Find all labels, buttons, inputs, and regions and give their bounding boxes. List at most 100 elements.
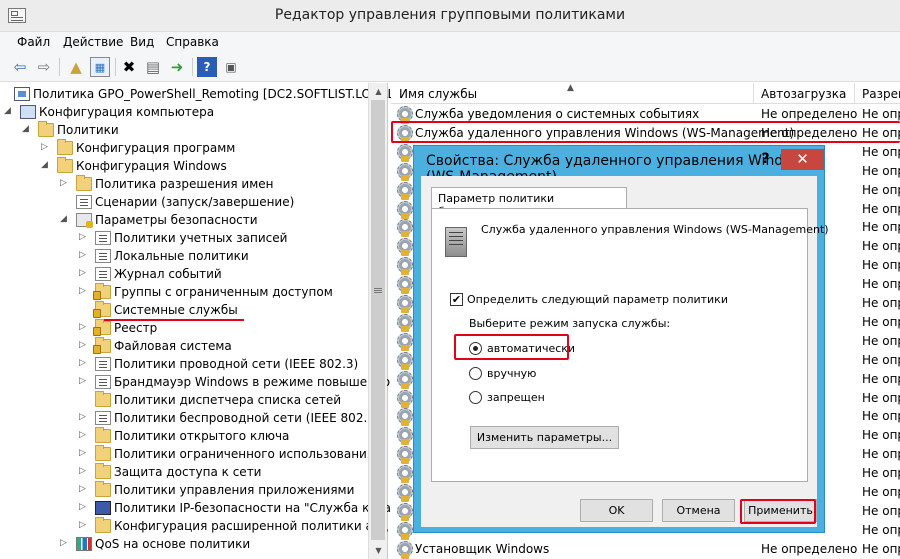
tree-node[interactable]: ▷ Конфигурация программ bbox=[0, 139, 368, 158]
expand-arrow-icon[interactable]: ▷ bbox=[79, 430, 89, 440]
dialog-close-button[interactable]: ✕ bbox=[781, 149, 824, 170]
service-permission: Не опр bbox=[862, 163, 900, 178]
menu-file[interactable]: Файл bbox=[17, 35, 50, 49]
expand-arrow-icon[interactable]: ▷ bbox=[79, 484, 89, 494]
export-icon[interactable]: ➜ bbox=[167, 57, 187, 77]
service-name-label: Служба удаленного управления Windows (WS… bbox=[481, 223, 829, 236]
collapse-arrow-icon[interactable]: ◢ bbox=[60, 214, 70, 224]
dialog-help-button[interactable]: ? bbox=[752, 149, 779, 170]
service-gear-icon bbox=[397, 143, 413, 162]
expand-arrow-icon[interactable]: ▷ bbox=[79, 250, 89, 260]
collapse-arrow-icon[interactable]: ◢ bbox=[41, 160, 51, 170]
tree-node[interactable]: ▷ Журнал событий bbox=[0, 266, 368, 284]
radio-disabled[interactable] bbox=[469, 391, 482, 404]
define-policy-label[interactable]: Определить следующий параметр политики bbox=[467, 293, 728, 306]
tree-node[interactable]: ▷ Политики ограниченного использования п bbox=[0, 445, 386, 464]
expand-arrow-icon[interactable]: ▷ bbox=[79, 520, 89, 530]
scroll-up-arrow[interactable]: ▲ bbox=[369, 83, 388, 100]
tree-node[interactable]: ▷ Политики проводной сети (IEEE 802.3) bbox=[0, 356, 368, 374]
column-startup[interactable]: Автозагрузка bbox=[761, 87, 846, 101]
properties-icon[interactable]: ▤ bbox=[143, 57, 163, 77]
radio-disabled-label[interactable]: запрещен bbox=[487, 391, 545, 404]
delete-icon[interactable]: ✖ bbox=[119, 57, 139, 77]
tree-node[interactable]: Сценарии (запуск/завершение) bbox=[0, 194, 368, 212]
computer-icon bbox=[20, 105, 36, 119]
edit-settings-button[interactable]: Изменить параметры... bbox=[470, 426, 619, 449]
tree-node[interactable]: ▷ Защита доступа к сети bbox=[0, 463, 368, 482]
tree-node[interactable]: ▷ Локальные политики bbox=[0, 248, 368, 266]
tree-node[interactable]: Политики диспетчера списка сетей bbox=[0, 391, 368, 410]
expand-arrow-icon[interactable]: ▷ bbox=[79, 502, 89, 512]
expand-arrow-icon[interactable]: ▷ bbox=[79, 466, 89, 476]
service-gear-icon bbox=[397, 484, 413, 502]
menu-view[interactable]: Вид bbox=[130, 35, 154, 49]
tree-scrollbar[interactable]: ▲ ▼ bbox=[368, 83, 387, 559]
document-icon bbox=[95, 411, 111, 425]
service-permission: Не опр bbox=[862, 466, 900, 481]
tree-node[interactable]: ▷ Брандмауэр Windows в режиме повышенно bbox=[0, 374, 390, 392]
radio-manual[interactable] bbox=[469, 367, 482, 380]
tree-node[interactable]: ▷ Реестр bbox=[0, 319, 368, 338]
tree-node-label: Реестр bbox=[114, 321, 158, 335]
apply-highlight bbox=[740, 499, 816, 524]
expand-arrow-icon[interactable]: ▷ bbox=[79, 286, 89, 296]
collapse-arrow-icon[interactable]: ◢ bbox=[22, 124, 32, 134]
up-folder-icon[interactable]: ▲ bbox=[66, 57, 86, 77]
radio-manual-label[interactable]: вручную bbox=[487, 367, 536, 380]
tree-node[interactable]: ◢ Конфигурация Windows bbox=[0, 157, 368, 176]
expand-arrow-icon[interactable]: ▷ bbox=[79, 232, 89, 242]
expand-arrow-icon[interactable]: ▷ bbox=[79, 340, 89, 350]
tree-node-label: Конфигурация компьютера bbox=[39, 105, 215, 119]
tree-node[interactable]: ▷ Политики IP-безопасности на "Служба кат… bbox=[0, 500, 391, 518]
expand-arrow-icon[interactable]: ▷ bbox=[79, 412, 89, 422]
tree-node[interactable]: ◢ Политики bbox=[0, 121, 368, 140]
menu-action[interactable]: Действие bbox=[63, 35, 123, 49]
expand-arrow-icon[interactable]: ▷ bbox=[79, 376, 89, 386]
tree-node[interactable]: ▷ Политика разрешения имен bbox=[0, 175, 368, 194]
tree-node[interactable]: ▷ Группы с ограниченным доступом bbox=[0, 283, 368, 302]
service-permission: Не опр bbox=[862, 390, 900, 405]
column-name[interactable]: Имя службы bbox=[399, 87, 477, 101]
service-row[interactable]: Установщик Windows Не определено Не опр bbox=[391, 540, 900, 559]
console-icon[interactable]: ▣ bbox=[221, 57, 241, 77]
service-name: Установщик Windows bbox=[415, 541, 550, 556]
tree-node[interactable]: ▷ Политики открытого ключа bbox=[0, 427, 368, 446]
tree-node[interactable]: Политика GPO_PowerShell_Remoting [DC2.SO… bbox=[0, 86, 399, 104]
tree-node[interactable]: ▷ QoS на основе политики bbox=[0, 536, 368, 554]
tree-node[interactable]: ▷ Файловая система bbox=[0, 337, 368, 356]
tab-security-policy[interactable]: Параметр политики безопасности bbox=[431, 187, 627, 218]
tree-node[interactable]: ▷ Политики учетных записей bbox=[0, 230, 368, 248]
expand-arrow-icon[interactable]: ▷ bbox=[79, 448, 89, 458]
forward-icon[interactable]: ⇨ bbox=[34, 57, 54, 77]
expand-arrow-icon[interactable]: ▷ bbox=[79, 322, 89, 332]
expand-arrow-icon[interactable]: ▷ bbox=[60, 538, 70, 548]
back-icon[interactable]: ⇦ bbox=[10, 57, 30, 77]
tree-node-label: QoS на основе политики bbox=[95, 537, 251, 551]
menu-help[interactable]: Справка bbox=[166, 35, 219, 49]
define-policy-checkbox[interactable]: ✔ bbox=[450, 293, 463, 306]
collapse-arrow-icon[interactable]: ◢ bbox=[4, 106, 14, 116]
service-gear-icon bbox=[397, 313, 413, 332]
expand-arrow-icon[interactable]: ▷ bbox=[60, 178, 70, 188]
ok-button[interactable]: OK bbox=[580, 499, 653, 522]
tree-node[interactable]: Системные службы bbox=[0, 301, 368, 320]
cancel-button[interactable]: Отмена bbox=[662, 499, 735, 522]
scroll-down-arrow[interactable]: ▼ bbox=[369, 542, 388, 559]
expand-arrow-icon[interactable]: ▷ bbox=[41, 142, 51, 152]
tree-node[interactable]: ◢ Параметры безопасности bbox=[0, 212, 368, 230]
tree-node[interactable]: ▷ Конфигурация расширенной политики ауд bbox=[0, 517, 388, 536]
scroll-thumb[interactable] bbox=[371, 100, 385, 540]
document-icon bbox=[95, 357, 111, 371]
service-permission: Не опр bbox=[862, 352, 900, 367]
expand-arrow-icon[interactable]: ▷ bbox=[79, 358, 89, 368]
column-permission[interactable]: Разреш bbox=[862, 87, 900, 101]
tree-node[interactable]: ◢ Конфигурация компьютера bbox=[0, 104, 368, 122]
service-gear-icon bbox=[397, 351, 413, 370]
tree-node[interactable]: ▷ Политики беспроводной сети (IEEE 802.11… bbox=[0, 410, 387, 428]
show-tree-icon[interactable]: ▦ bbox=[90, 57, 110, 77]
tree-node[interactable]: ▷ Политики управления приложениями bbox=[0, 481, 368, 500]
service-permission: Не опр bbox=[862, 541, 900, 556]
expand-arrow-icon[interactable]: ▷ bbox=[79, 268, 89, 278]
help-icon[interactable]: ? bbox=[197, 57, 217, 77]
tree-node-label: Защита доступа к сети bbox=[114, 465, 262, 479]
